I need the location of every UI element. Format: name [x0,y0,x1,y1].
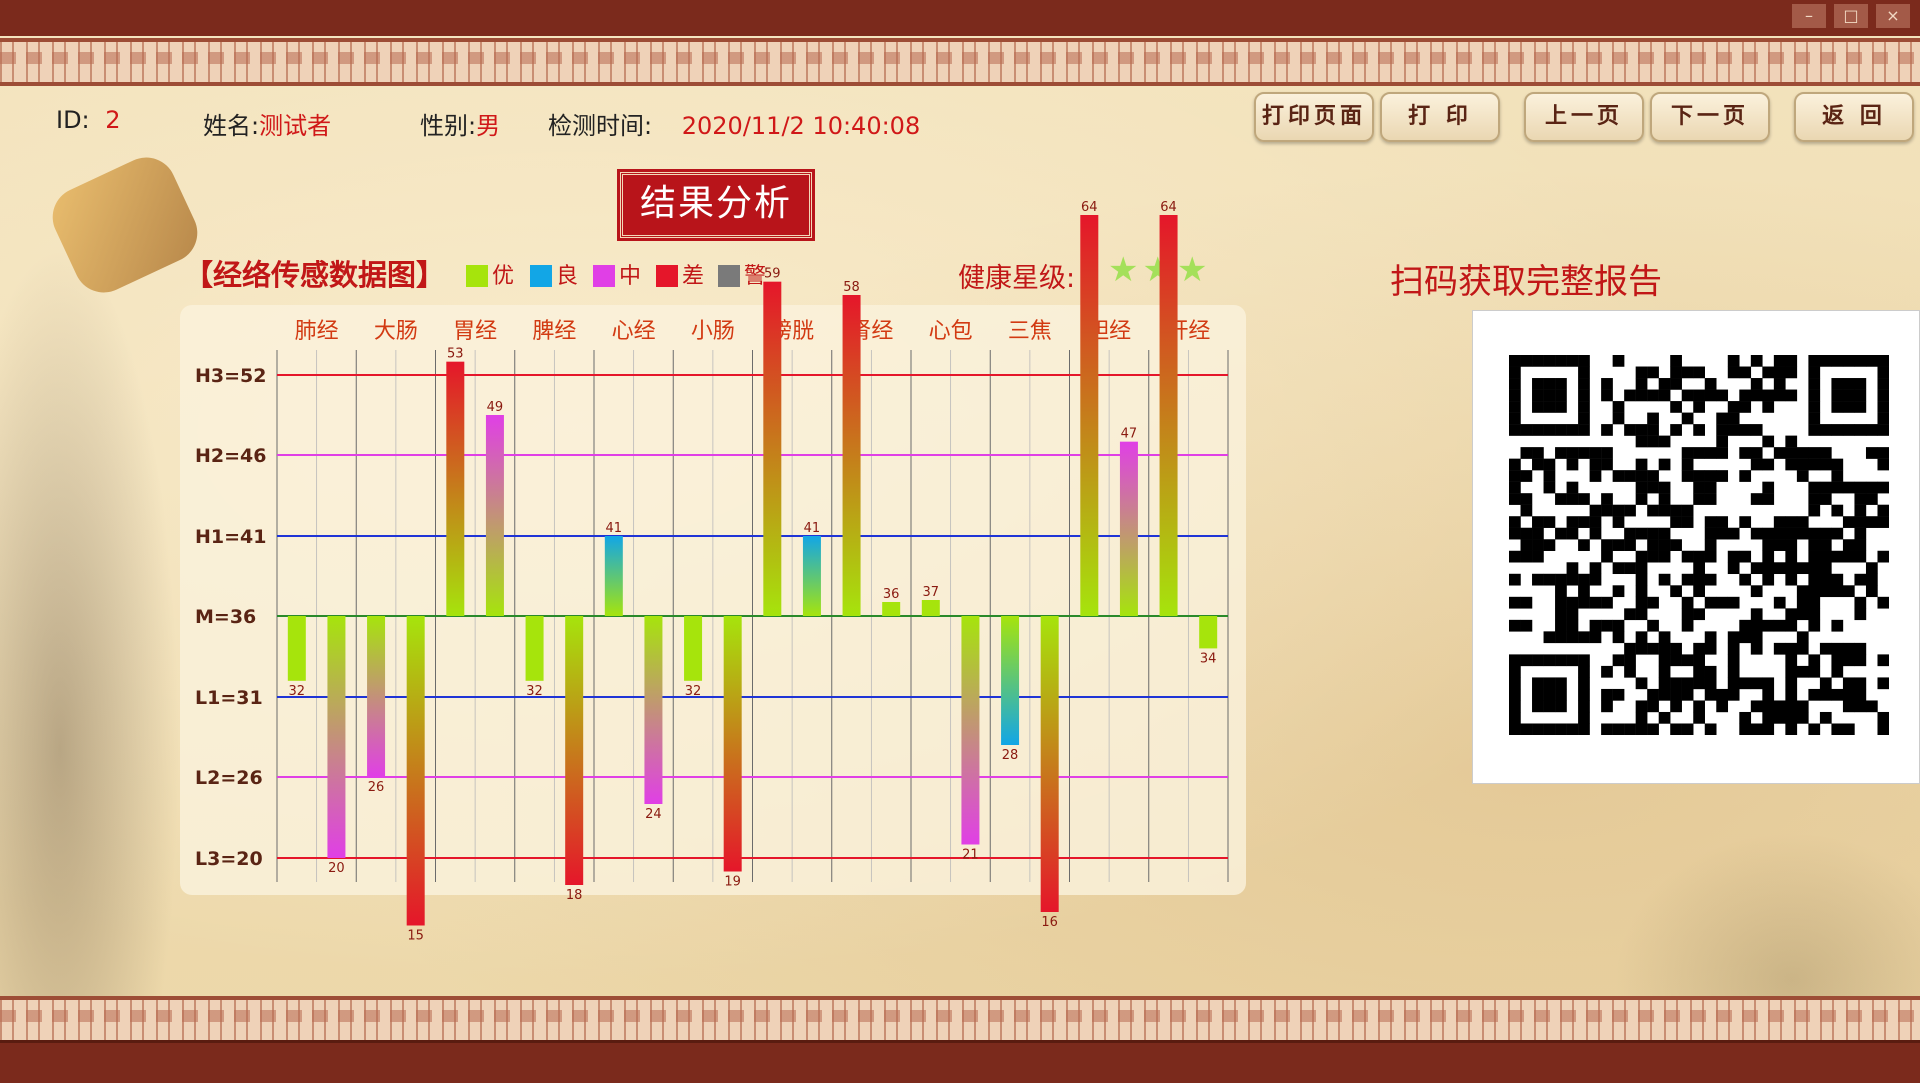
data-label: 41 [606,521,623,536]
bar [327,616,346,858]
data-label: 32 [289,684,306,699]
data-label: 34 [1200,651,1217,666]
meridian-chart: H3=52 H2=46 H1=41 M=36 L1=31 L2=26 L3=20 肺经 大肠 胃经… [195,200,1229,944]
bar [604,536,623,616]
bar [1159,215,1178,616]
reference-label: M=36 [195,606,256,628]
bar [763,281,782,616]
bar [525,616,544,681]
bar [1199,616,1218,649]
data-label: 47 [1121,427,1138,442]
data-label: 59 [764,267,781,282]
data-label: 24 [645,807,662,822]
bar [367,616,386,777]
data-label: 20 [328,861,345,876]
bar [921,600,940,616]
data-label: 26 [368,780,385,795]
bar [644,616,663,804]
category-label: 心包 [929,319,973,344]
category-label: 三焦 [1008,319,1052,344]
reference-label: L1=31 [195,687,263,709]
data-label: 18 [566,888,583,903]
category-label: 心经 [612,319,656,344]
bar [882,602,901,616]
reference-label: H2=46 [195,445,266,467]
bar [485,415,504,616]
bar [961,616,980,845]
data-label: 64 [1081,200,1098,215]
data-label: 19 [724,875,741,890]
reference-label: H1=41 [195,526,266,548]
data-label: 21 [962,848,979,863]
data-label: 32 [685,684,702,699]
bar [1119,441,1138,616]
data-label: 37 [923,585,940,600]
data-label: 64 [1160,200,1177,215]
data-label: 15 [407,929,424,944]
bar [1040,616,1059,912]
bar [842,295,861,616]
bar [565,616,584,885]
category-label: 肺经 [295,319,339,344]
bar [446,361,465,616]
reference-label: L3=20 [195,848,263,870]
bar [723,616,742,872]
bar [406,616,425,926]
data-label: 41 [804,521,821,536]
data-label: 58 [843,280,860,295]
data-label: 32 [526,684,543,699]
data-label: 49 [487,400,504,415]
data-label: 53 [447,347,464,362]
category-label: 脾经 [532,319,576,344]
bar [802,536,821,616]
bar [287,616,306,681]
data-label: 16 [1041,915,1058,930]
reference-label: H3=52 [195,365,266,387]
category-label: 小肠 [691,319,735,344]
bar [1001,616,1020,745]
category-label: 胃经 [453,319,497,344]
data-label: 36 [883,587,900,602]
bar [1080,215,1099,616]
category-label: 大肠 [374,319,418,344]
reference-label: L2=26 [195,767,263,789]
bar [684,616,703,681]
data-label: 28 [1002,748,1019,763]
